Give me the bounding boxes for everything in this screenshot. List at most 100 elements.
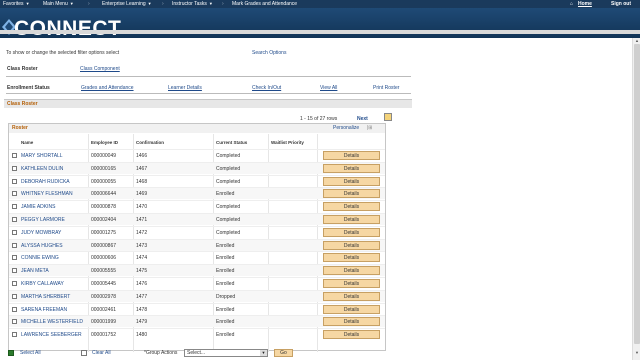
column-header-confirmation[interactable]: Confirmation (136, 140, 164, 145)
column-header-name[interactable]: Name (21, 140, 33, 145)
row-checkbox-icon[interactable] (12, 217, 17, 222)
learner-details-link[interactable]: Learner Details (168, 85, 202, 91)
row-checkbox-icon[interactable] (12, 306, 17, 312)
breadcrumb-separator: › (88, 1, 90, 7)
table-row: JEAN META 000005555 1475 Enrolled Details (9, 264, 385, 277)
learner-name-link[interactable]: JAMIE ADKINS (21, 204, 55, 210)
print-roster-link[interactable]: Print Roster (373, 85, 399, 91)
search-options-link[interactable]: Search Options (252, 50, 286, 56)
learner-name-link[interactable]: KATHLEEN DULIN (21, 166, 63, 172)
row-checkbox-icon[interactable] (12, 255, 17, 261)
current-status: Enrolled (216, 332, 235, 339)
home-icon[interactable]: ⌂ (570, 1, 573, 7)
select-all-checkbox-icon[interactable] (8, 350, 14, 356)
table-row: KIRBY CALLAWAY 000005445 1476 Enrolled Detai… (9, 277, 385, 289)
home-link[interactable]: Home (578, 1, 592, 7)
learner-name-link[interactable]: MARY SHORTALL (21, 153, 63, 159)
instructor-tasks-menu[interactable]: Instructor Tasks ▼ (172, 1, 213, 7)
favorites-menu[interactable]: Favorites ▼ (3, 1, 30, 7)
details-button[interactable]: Details (323, 266, 380, 276)
row-checkbox-icon[interactable] (12, 319, 17, 325)
mark-grades-menu[interactable]: Mark Grades and Attendance (232, 1, 297, 7)
enterprise-learning-menu[interactable]: Enterprise Learning ▼ (102, 1, 152, 7)
learner-name-link[interactable]: WHITNEY FLESHMAN (21, 191, 73, 197)
row-checkbox-icon[interactable] (12, 229, 17, 235)
class-component-link[interactable]: Class Component (80, 66, 120, 72)
caret-down-icon: ▼ (147, 1, 152, 6)
learner-name-link[interactable]: ALYSSA HUGHES (21, 243, 63, 249)
current-status: Enrolled (216, 281, 235, 287)
details-button[interactable]: Details (323, 176, 380, 186)
column-header-current-status[interactable]: Current Status (216, 140, 247, 145)
row-checkbox-icon[interactable] (12, 153, 17, 158)
next-page-link[interactable]: Next (357, 116, 368, 122)
employee-id: 000000055 (91, 178, 117, 185)
row-checkbox-icon[interactable] (12, 165, 17, 171)
learner-name-link[interactable]: PEGGY LARMORE (21, 217, 65, 223)
group-actions-select[interactable]: Select... ▼ (184, 349, 268, 357)
row-checkbox-icon[interactable] (12, 281, 17, 286)
details-button[interactable]: Details (323, 215, 380, 224)
learner-name-link[interactable]: SARENA FREEMAN (21, 307, 67, 313)
table-row: ALYSSA HUGHES 000000867 1473 Enrolled Detail… (9, 238, 385, 251)
view-all-link[interactable]: View All (320, 85, 337, 91)
current-status: Enrolled (216, 242, 235, 249)
employee-id: 000002978 (91, 293, 117, 300)
learner-name-link[interactable]: JEAN META (21, 268, 49, 274)
grid-view-icon[interactable]: |⊞ (367, 125, 373, 131)
employee-id: 000006644 (91, 191, 117, 198)
dropdown-arrow-icon[interactable]: ▼ (260, 350, 267, 356)
page-scrollbar[interactable]: ▲ ▼ (632, 38, 640, 360)
details-button[interactable]: Details (323, 279, 380, 288)
details-button[interactable]: Details (323, 151, 380, 160)
confirmation-number: 1468 (136, 178, 148, 185)
row-checkbox-icon[interactable] (12, 178, 17, 184)
confirmation-number: 1473 (136, 242, 148, 249)
grades-attendance-link[interactable]: Grades and Attendance (81, 85, 134, 91)
select-all-link[interactable]: Select All (20, 350, 41, 356)
learner-name-link[interactable]: MICHELLE WESTERFIELD (21, 319, 83, 325)
column-header-waitlist-priority[interactable]: Waitlist Priority (271, 140, 304, 145)
column-header-employee-id[interactable]: Employee ID (91, 140, 118, 145)
check-in-out-link[interactable]: Check In/Out (252, 85, 281, 91)
main-menu-label: Main Menu (43, 1, 68, 7)
scroll-thumb[interactable] (634, 44, 640, 344)
employee-id: 000000606 (91, 255, 117, 262)
details-button[interactable]: Details (323, 291, 380, 301)
clear-all-checkbox-icon[interactable] (81, 350, 87, 356)
confirmation-number: 1469 (136, 191, 148, 198)
details-button[interactable]: Details (323, 227, 380, 237)
details-button[interactable]: Details (323, 163, 380, 173)
row-checkbox-icon[interactable] (12, 293, 17, 299)
learner-name-link[interactable]: LAWRENCE SEEBERGER (21, 332, 82, 338)
details-button[interactable]: Details (323, 240, 380, 250)
signout-link[interactable]: Sign out (611, 1, 631, 7)
breadcrumb-separator: › (162, 1, 164, 7)
confirmation-number: 1474 (136, 255, 148, 262)
details-button[interactable]: Details (323, 202, 380, 212)
clear-all-link[interactable]: Clear All (92, 350, 111, 356)
details-button[interactable]: Details (323, 304, 380, 314)
scroll-down-icon[interactable]: ▼ (634, 350, 640, 356)
details-button[interactable]: Details (323, 330, 380, 340)
learner-name-link[interactable]: CONNIE EWING (21, 255, 59, 261)
row-checkbox-icon[interactable] (12, 191, 17, 197)
personalize-link[interactable]: Personalize (333, 125, 359, 131)
row-checkbox-icon[interactable] (12, 242, 17, 248)
learner-name-link[interactable]: DEBORAH RUDICKA (21, 179, 70, 185)
group-actions-footer: Select All Clear All *Group Actions Sele… (0, 349, 640, 360)
row-checkbox-icon[interactable] (12, 268, 17, 274)
table-row: CONNIE EWING 000000606 1474 Enrolled Details (9, 251, 385, 263)
row-checkbox-icon[interactable] (12, 332, 17, 338)
details-button[interactable]: Details (323, 317, 380, 327)
go-button[interactable]: Go (274, 349, 293, 357)
details-button[interactable]: Details (323, 253, 380, 263)
caret-down-icon: ▼ (25, 1, 30, 6)
learner-name-link[interactable]: KIRBY CALLAWAY (21, 281, 64, 287)
main-menu[interactable]: Main Menu ▼ (43, 1, 74, 7)
row-checkbox-icon[interactable] (12, 204, 17, 210)
learner-name-link[interactable]: JUDY MOWBRAY (21, 230, 61, 236)
download-grid-icon[interactable] (384, 113, 392, 121)
details-button[interactable]: Details (323, 189, 380, 199)
learner-name-link[interactable]: MARTHA SHERBERT (21, 294, 70, 300)
